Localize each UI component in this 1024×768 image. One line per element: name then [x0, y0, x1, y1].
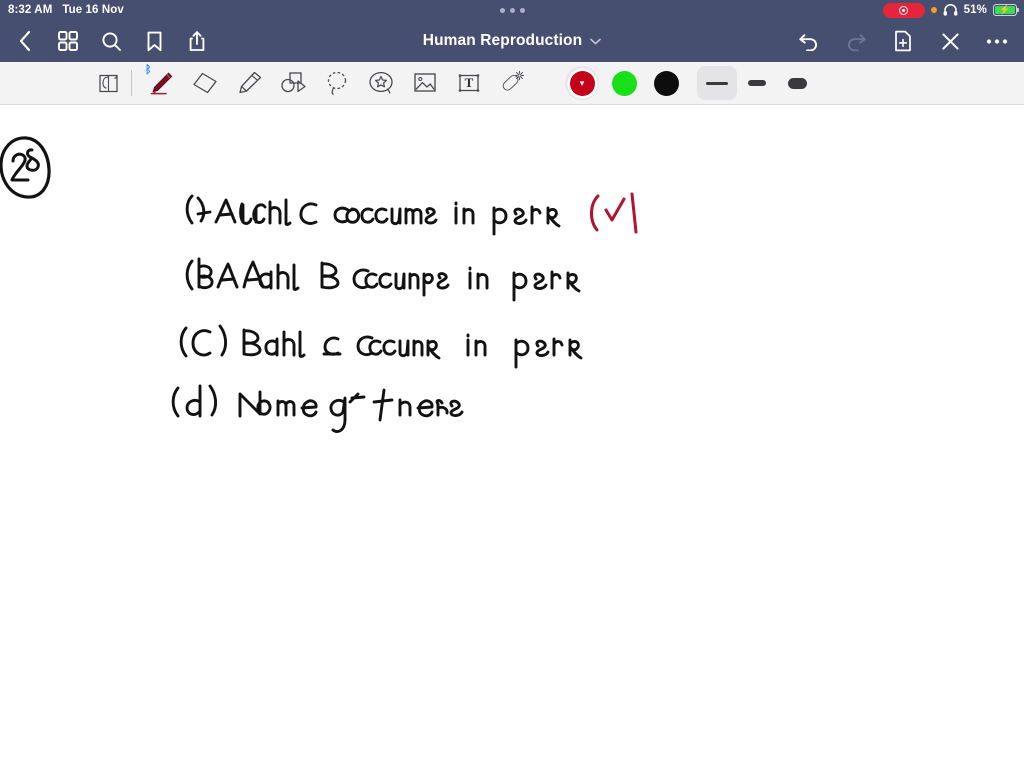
option-a-handwriting	[185, 192, 638, 236]
nav-left-group	[0, 28, 210, 54]
bookmark-button[interactable]	[141, 28, 167, 54]
toolbar-divider	[131, 70, 132, 96]
color-swatches-group: ▾	[561, 63, 687, 103]
stroke-width-thick[interactable]	[777, 66, 817, 100]
question-number-annotation	[0, 136, 51, 199]
share-button[interactable]	[184, 28, 210, 54]
editing-toolbar: ᛒ T ▾	[0, 62, 1024, 105]
option-d-handwriting	[171, 384, 464, 433]
stroke-width-group	[697, 66, 817, 100]
microphone-indicator-icon	[930, 7, 937, 13]
close-button[interactable]	[937, 28, 963, 54]
search-button[interactable]	[98, 28, 124, 54]
status-bar-center	[0, 7, 1024, 13]
note-canvas[interactable]: 28 A and C occurs in pair (a) (✓) A and …	[0, 105, 1024, 768]
page-title: Human Reproduction	[422, 32, 583, 49]
undo-button[interactable]	[796, 28, 822, 54]
battery-percent-label: 51%	[963, 4, 987, 16]
bluetooth-icon: ᛒ	[145, 64, 152, 76]
chevron-down-icon: ▾	[579, 77, 585, 88]
status-bar-right: 51% ⚡	[882, 0, 1020, 20]
red-check-annotation	[590, 192, 638, 234]
image-tool[interactable]	[403, 63, 447, 103]
battery-charging-icon: ⚡	[993, 4, 1020, 16]
headphones-icon	[943, 4, 958, 16]
more-button[interactable]	[984, 28, 1010, 54]
page-flip-tool[interactable]	[88, 63, 128, 103]
stroke-width-thin[interactable]	[697, 66, 737, 100]
color-swatch-green[interactable]	[603, 63, 645, 103]
chevron-down-icon[interactable]	[590, 38, 601, 45]
stroke-width-medium[interactable]	[737, 66, 777, 100]
color-swatch-black[interactable]	[645, 63, 687, 103]
option-b-handwriting	[185, 257, 581, 302]
color-swatch-red[interactable]: ▾	[561, 63, 603, 103]
highlighter-tool[interactable]	[227, 63, 271, 103]
multitask-handle-icon[interactable]	[499, 7, 525, 13]
toolbar-tools-group: ᛒ T ▾	[0, 63, 817, 103]
option-c-handwriting	[179, 324, 583, 369]
sticker-tool[interactable]	[359, 63, 403, 103]
laser-tool[interactable]	[491, 63, 535, 103]
pen-tool[interactable]: ᛒ	[139, 63, 183, 103]
shapes-tool[interactable]	[271, 63, 315, 103]
eraser-tool[interactable]	[183, 63, 227, 103]
redo-button[interactable]	[843, 28, 869, 54]
screen-recording-icon[interactable]	[882, 2, 925, 18]
back-button[interactable]	[12, 28, 38, 54]
navigation-bar: Human Reproduction	[0, 20, 1024, 62]
add-page-button[interactable]	[890, 28, 916, 54]
nav-right-group	[796, 28, 1010, 54]
text-tool[interactable]: T	[447, 63, 491, 103]
status-bar: 8:32 AM Tue 16 Nov 51% ⚡	[0, 0, 1024, 20]
notability-app-window: 8:32 AM Tue 16 Nov 51% ⚡ Human Reproduct…	[0, 0, 1024, 768]
svg-text:T: T	[465, 75, 474, 90]
thumbnails-button[interactable]	[55, 28, 81, 54]
lasso-tool[interactable]	[315, 63, 359, 103]
